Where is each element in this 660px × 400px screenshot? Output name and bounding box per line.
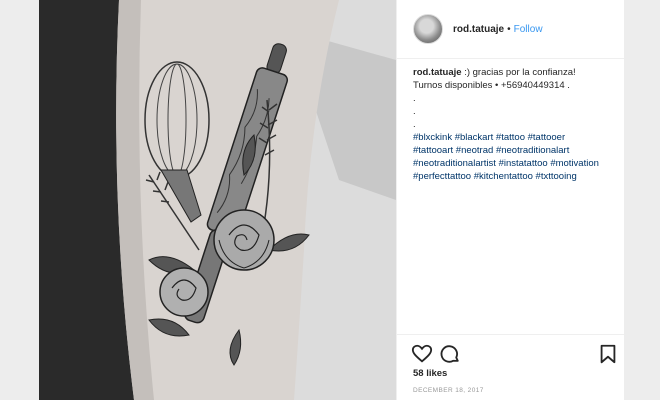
tattoo-photo-illustration — [39, 0, 396, 400]
hashtag-link[interactable]: #kitchentattoo — [474, 171, 533, 182]
caption-line2: Turnos disponibles • +56940449314 . — [413, 80, 570, 91]
post-date: DECEMBER 18, 2017 — [413, 387, 484, 394]
post-sidebar: rod.tatuaje • Follow rod.tatuaje :) grac… — [396, 0, 624, 400]
caption-username[interactable]: rod.tatuaje — [413, 67, 462, 78]
follow-button[interactable]: Follow — [514, 24, 543, 35]
post-actions — [397, 334, 624, 364]
caption-text: :) gracias por la confianza! — [464, 67, 576, 78]
hashtag-link[interactable]: #tattooer — [528, 132, 566, 143]
hashtag-link[interactable]: #motivation — [550, 158, 599, 169]
likes-count[interactable]: 58 likes — [413, 368, 447, 379]
post-photo[interactable] — [39, 0, 396, 400]
hashtag-link[interactable]: #neotraditionalart — [496, 145, 569, 156]
post-header: rod.tatuaje • Follow — [397, 0, 624, 59]
hashtag-link[interactable]: #neotrad — [456, 145, 494, 156]
comment-icon[interactable] — [439, 343, 461, 365]
hashtag-link[interactable]: #blxckink — [413, 132, 452, 143]
hashtag-list: #blxckink #blackart #tattoo #tattooer #t… — [413, 131, 613, 183]
hashtag-link[interactable]: #tattoo — [496, 132, 525, 143]
hashtag-link[interactable]: #txttooing — [536, 171, 577, 182]
avatar[interactable] — [413, 14, 443, 44]
caption-dot: . — [413, 106, 416, 117]
hashtag-link[interactable]: #tattooart — [413, 145, 453, 156]
hashtag-link[interactable]: #neotraditionalartist — [413, 158, 496, 169]
instagram-post: rod.tatuaje • Follow rod.tatuaje :) grac… — [39, 0, 624, 400]
header-username[interactable]: rod.tatuaje — [453, 24, 504, 35]
caption-dot: . — [413, 119, 416, 130]
bookmark-icon[interactable] — [597, 343, 619, 365]
caption-dot: . — [413, 93, 416, 104]
hashtag-link[interactable]: #instatattoo — [499, 158, 548, 169]
header-separator: • — [507, 23, 511, 35]
action-icons — [411, 343, 616, 365]
heart-icon[interactable] — [411, 343, 433, 365]
hashtag-link[interactable]: #blackart — [455, 132, 494, 143]
hashtag-link[interactable]: #perfecttattoo — [413, 171, 471, 182]
post-caption: rod.tatuaje :) gracias por la confianza!… — [413, 66, 613, 183]
